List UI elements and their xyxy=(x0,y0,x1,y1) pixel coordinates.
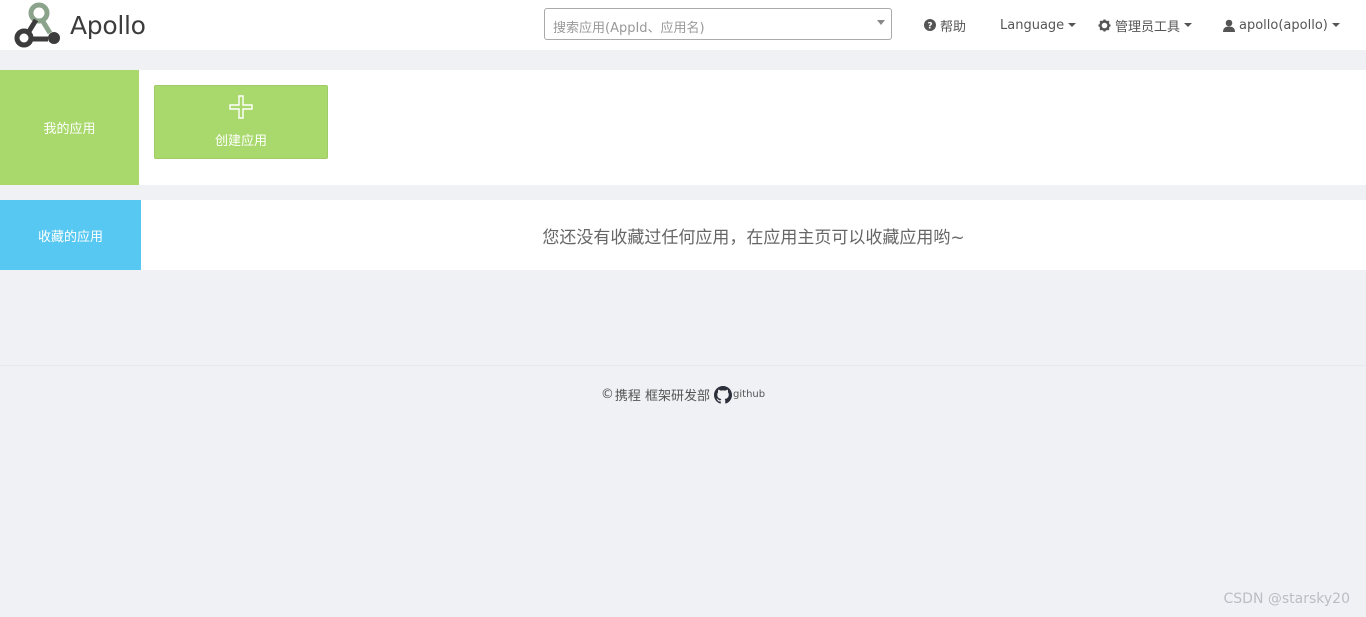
my-apps-section: 我的应用 创建应用 xyxy=(0,70,1366,185)
my-apps-label-text: 我的应用 xyxy=(43,122,96,137)
caret-down-icon xyxy=(1068,23,1077,27)
user-icon xyxy=(1223,19,1235,32)
gear-icon xyxy=(1098,19,1111,32)
caret-down-icon xyxy=(1331,23,1340,27)
user-dropdown[interactable]: apollo(apollo) xyxy=(1223,0,1340,50)
create-app-label: 创建应用 xyxy=(214,134,267,149)
github-label: github xyxy=(733,389,766,400)
create-app-button[interactable]: 创建应用 xyxy=(154,85,328,159)
caret-down-icon xyxy=(1184,23,1193,27)
footer-company: 携程 框架研发部 xyxy=(614,389,711,404)
favorite-apps-section: 收藏的应用 您还没有收藏过任何应用，在应用主页可以收藏应用哟~ xyxy=(0,200,1366,270)
language-dropdown[interactable]: Language xyxy=(1000,0,1077,50)
favorites-empty-message: 您还没有收藏过任何应用，在应用主页可以收藏应用哟~ xyxy=(542,227,965,248)
chevron-down-icon[interactable] xyxy=(877,20,885,25)
favorite-apps-label-text: 收藏的应用 xyxy=(37,229,103,245)
footer: © 携程 框架研发部 github xyxy=(0,385,1366,404)
svg-text:?: ? xyxy=(927,22,932,32)
apollo-logo[interactable]: Apollo xyxy=(14,2,146,48)
my-apps-label: 我的应用 xyxy=(0,70,139,185)
github-link[interactable]: github xyxy=(714,385,766,404)
favorite-apps-label: 收藏的应用 xyxy=(0,200,141,270)
help-link[interactable]: ? 帮助 xyxy=(924,0,966,50)
question-circle-icon: ? xyxy=(924,19,936,31)
admin-tools-label: 管理员工具 xyxy=(1115,19,1181,35)
apollo-logo-icon xyxy=(14,2,60,48)
top-navbar: Apollo 搜索应用(AppId、应用名) ? 帮助 Language 管理员… xyxy=(0,0,1366,50)
logo-text: Apollo xyxy=(70,10,146,40)
language-label: Language xyxy=(1000,17,1065,33)
app-search-select[interactable]: 搜索应用(AppId、应用名) xyxy=(544,8,892,40)
user-label: apollo(apollo) xyxy=(1239,17,1328,33)
plus-icon xyxy=(229,95,253,123)
admin-tools-dropdown[interactable]: 管理员工具 xyxy=(1098,0,1193,50)
help-label: 帮助 xyxy=(940,19,967,35)
search-placeholder: 搜索应用(AppId、应用名) xyxy=(553,21,705,36)
footer-divider xyxy=(0,365,1366,366)
copyright-icon: © xyxy=(600,387,614,402)
csdn-watermark: CSDN @starsky20 xyxy=(1223,591,1351,607)
github-icon xyxy=(714,385,733,404)
